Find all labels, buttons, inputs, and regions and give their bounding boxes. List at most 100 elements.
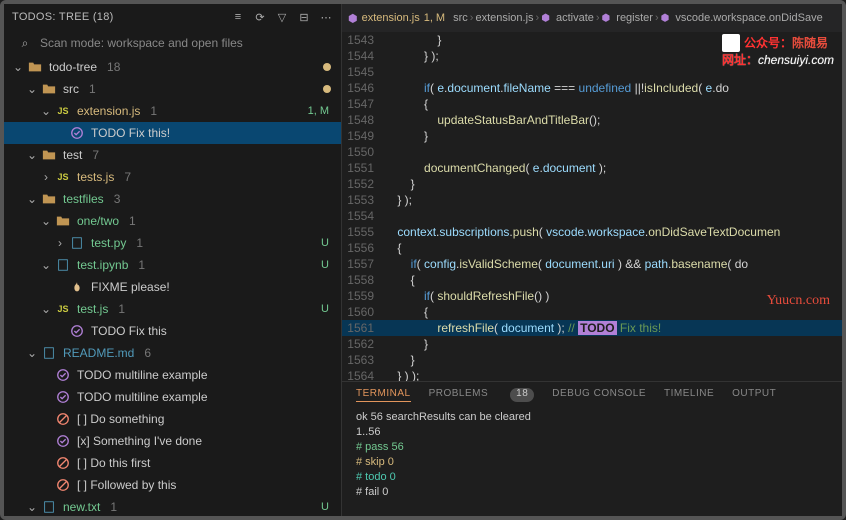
chevron-icon: ⌄ (26, 346, 38, 360)
tree-label: TODO Fix this! (91, 126, 170, 140)
tree-row[interactable]: TODO multiline example (4, 364, 341, 386)
code-line[interactable]: 1562 } (342, 336, 842, 352)
code-line[interactable]: 1564 } ) ); (342, 368, 842, 381)
chevron-icon: › (40, 170, 52, 184)
tick-icon (56, 390, 70, 404)
sidebar: TODOS: TREE (18) ≡ ⟳ ▽ ⊟ ⋯ ⌕ Scan mode: … (4, 4, 342, 516)
code-line[interactable]: 1547 { (342, 96, 842, 112)
crumb[interactable]: src (453, 12, 468, 24)
panel-tab-timeline[interactable]: TIMELINE (664, 388, 714, 402)
code-line[interactable]: 1552 } (342, 176, 842, 192)
code-text: { (384, 240, 401, 256)
tree-row[interactable]: ⌄todo-tree18 (4, 56, 341, 78)
line-number: 1545 (342, 64, 384, 80)
folder-icon (42, 148, 56, 162)
tree-row[interactable]: ⌄one/two1 (4, 210, 341, 232)
tree-row[interactable]: TODO Fix this (4, 320, 341, 342)
filter-icon[interactable]: ▽ (275, 10, 289, 24)
code-line[interactable]: 1549 } (342, 128, 842, 144)
list-icon[interactable]: ≡ (231, 10, 245, 24)
tree-row[interactable]: [ ] Followed by this (4, 474, 341, 496)
terminal[interactable]: ok 56 searchResults can be cleared1..56#… (342, 408, 842, 516)
more-icon[interactable]: ⋯ (319, 10, 333, 24)
tree-row[interactable]: ⌄src1 (4, 78, 341, 100)
tree-row[interactable]: [x] Something I've done (4, 430, 341, 452)
tree-row[interactable]: ⌄JSextension.js11, M (4, 100, 341, 122)
code-text: refreshFile( document ); // TODO Fix thi… (384, 320, 661, 336)
line-number: 1548 (342, 112, 384, 128)
tree-row[interactable]: TODO multiline example (4, 386, 341, 408)
tree-label: test.py (91, 236, 126, 250)
code-line[interactable]: 1557 if( config.isValidScheme( document.… (342, 256, 842, 272)
tree-row[interactable]: TODO Fix this! (4, 122, 341, 144)
chevron-icon: ⌄ (40, 214, 52, 228)
code-line[interactable]: 1548 updateStatusBarAndTitleBar(); (342, 112, 842, 128)
crumb[interactable]: extension.js (475, 12, 533, 24)
code-line[interactable]: 1550 (342, 144, 842, 160)
tree-row[interactable]: FIXME please! (4, 276, 341, 298)
tree-label: extension.js (77, 104, 140, 118)
code-text: } (384, 336, 428, 352)
breadcrumb[interactable]: src›extension.js›⬢activate›⬢register›⬢vs… (453, 12, 823, 24)
tree-label: [x] Something I've done (77, 434, 202, 448)
folder-icon (42, 82, 56, 96)
line-number: 1558 (342, 272, 384, 288)
chevron-icon: ⌄ (26, 148, 38, 162)
chevron-icon: ⌄ (12, 60, 24, 74)
tree-label: README.md (63, 346, 134, 360)
refresh-icon[interactable]: ⟳ (253, 10, 267, 24)
code-text: } (384, 32, 441, 48)
code-line[interactable]: 1553 } ); (342, 192, 842, 208)
line-number: 1557 (342, 256, 384, 272)
code-line[interactable]: 1561 refreshFile( document ); // TODO Fi… (342, 320, 842, 336)
code-line[interactable]: 1556 { (342, 240, 842, 256)
code-text: } ) ); (384, 368, 419, 381)
code-line[interactable]: 1554 (342, 208, 842, 224)
terminal-line: # skip 0 (356, 455, 828, 470)
code-text: context.subscriptions.push( vscode.works… (384, 224, 780, 240)
tree-row[interactable]: ⌄testfiles3 (4, 188, 341, 210)
tree-row[interactable]: [ ] Do something (4, 408, 341, 430)
scan-mode[interactable]: ⌕ Scan mode: workspace and open files (4, 30, 341, 56)
count: 1 (110, 500, 117, 514)
tree-row[interactable]: ›JStests.js7 (4, 166, 341, 188)
code-line[interactable]: 1558 { (342, 272, 842, 288)
crumb[interactable]: activate (556, 12, 594, 24)
tree-label: TODO multiline example (77, 390, 208, 404)
code-line[interactable]: 1563 } (342, 352, 842, 368)
count: 1 (118, 302, 125, 316)
code-line[interactable]: 1555 context.subscriptions.push( vscode.… (342, 224, 842, 240)
chevron-icon: ⌄ (40, 258, 52, 272)
tree-row[interactable]: ⌄test.ipynb1U (4, 254, 341, 276)
tree-row[interactable]: ⌄new.txt1U (4, 496, 341, 516)
code-line[interactable]: 1546 if( e.document.fileName === undefin… (342, 80, 842, 96)
tree-row[interactable]: [ ] Do this first (4, 452, 341, 474)
tree-row[interactable]: ⌄test7 (4, 144, 341, 166)
tree-row[interactable]: ⌄README.md6 (4, 342, 341, 364)
line-number: 1560 (342, 304, 384, 320)
tree-row[interactable]: ›test.py1U (4, 232, 341, 254)
panel-tab-output[interactable]: OUTPUT (732, 388, 776, 402)
file-y-icon: JS (56, 170, 70, 184)
dot-icon (323, 63, 331, 71)
git-status: U (321, 237, 329, 249)
line-number: 1556 (342, 240, 384, 256)
panel-tab-problems[interactable]: PROBLEMS (429, 388, 489, 402)
code-text (384, 208, 397, 224)
chevron-icon: ⌄ (26, 82, 38, 96)
folder-icon (28, 60, 42, 74)
editor[interactable]: 公众号：陈随易 网址：chensuiyi.com 1543 }1544 } );… (342, 32, 842, 381)
crumb[interactable]: vscode.workspace.onDidSave (675, 12, 822, 24)
code-line[interactable]: 1551 documentChanged( e.document ); (342, 160, 842, 176)
tree-label: [ ] Followed by this (77, 478, 176, 492)
crumb[interactable]: register (616, 12, 653, 24)
tree-row[interactable]: ⌄JStest.js1U (4, 298, 341, 320)
panel-tab-terminal[interactable]: TERMINAL (356, 388, 411, 402)
watermark: 公众号：陈随易 网址：chensuiyi.com (722, 34, 834, 68)
panel-tab-debug-console[interactable]: DEBUG CONSOLE (552, 388, 646, 402)
tab-file[interactable]: extension.js (362, 12, 420, 24)
collapse-icon[interactable]: ⊟ (297, 10, 311, 24)
line-number: 1546 (342, 80, 384, 96)
tick-icon (56, 368, 70, 382)
dot-icon (323, 85, 331, 93)
